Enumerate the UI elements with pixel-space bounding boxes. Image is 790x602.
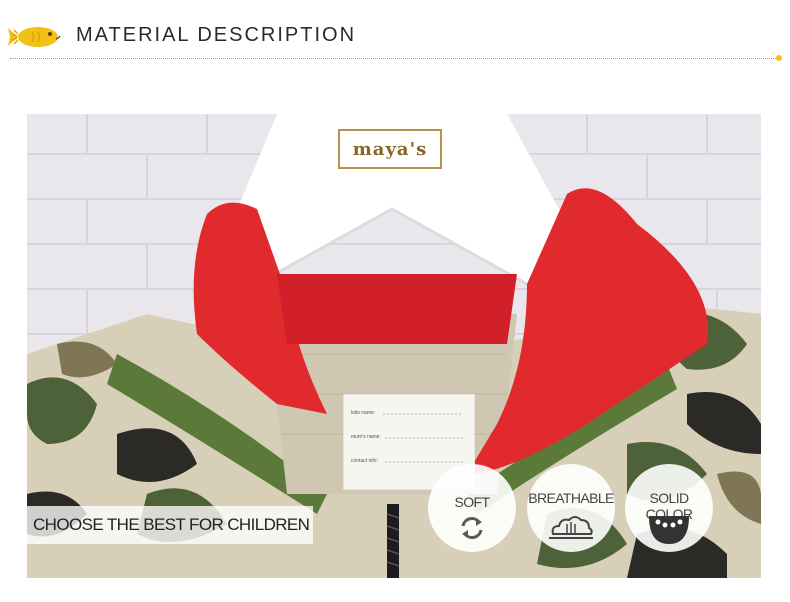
solid-color-icon [649, 516, 689, 544]
product-photo: maya's kids name: mum's name: contact in… [27, 114, 761, 578]
feature-breathable-label: BREATHABLE [528, 490, 614, 506]
refresh-icon [461, 517, 483, 539]
tagline-banner: CHOOSE THE BEST FOR CHILDREN [27, 506, 314, 544]
fish-icon [8, 27, 61, 47]
feature-breathable: BREATHABLE [527, 464, 615, 552]
header-divider [10, 58, 778, 59]
feature-solid-color: SOLID COLOR [625, 464, 713, 552]
breathable-cloud-icon [549, 516, 593, 539]
feature-soft-label: SOFT [454, 494, 491, 510]
label-contact-info: contact info: [351, 458, 378, 464]
feature-soft: SOFT [428, 464, 516, 552]
label-mums-name: mum's name: [351, 434, 381, 440]
page-title: MATERIAL DESCRIPTION [76, 24, 357, 46]
label-kids-name: kids name: [351, 410, 376, 416]
divider-dot [776, 55, 782, 61]
section-header: MATERIAL DESCRIPTION [0, 0, 790, 70]
brand-tag: maya's [338, 129, 442, 169]
